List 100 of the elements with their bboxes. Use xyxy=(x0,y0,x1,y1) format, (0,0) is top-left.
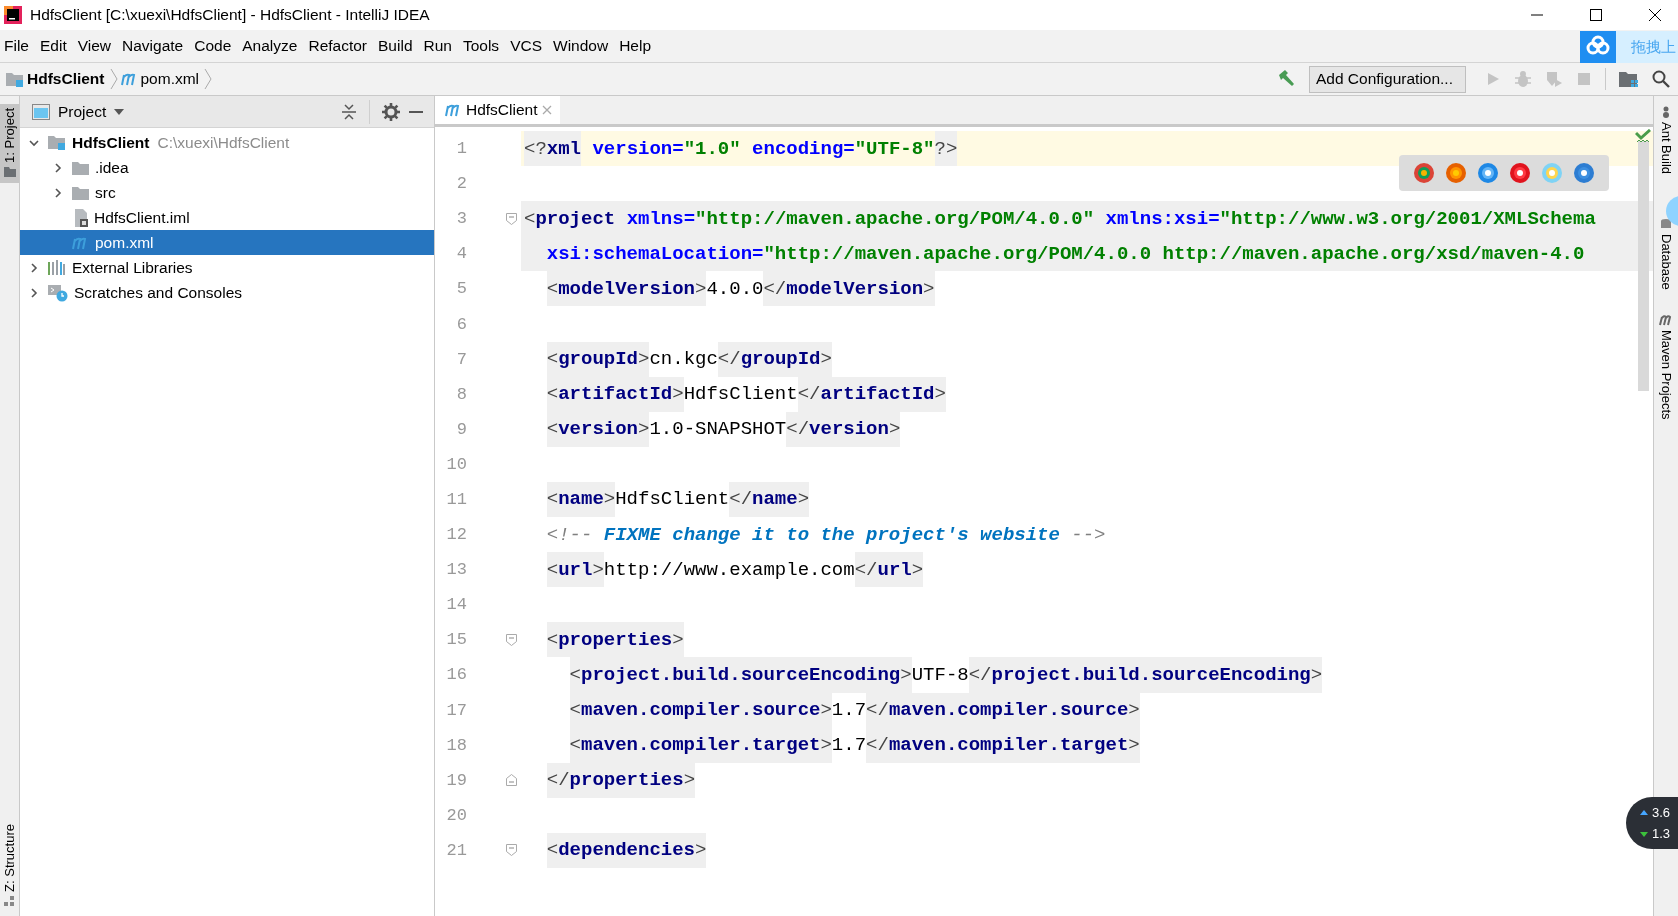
maximize-icon[interactable] xyxy=(1589,8,1603,22)
tool-window-tab[interactable]: Ant Build xyxy=(1658,122,1674,175)
chevron-icon xyxy=(109,68,118,90)
element-text: UTF-8 xyxy=(911,663,969,686)
xml-tag: </properties> xyxy=(546,762,696,798)
project-structure-icon[interactable] xyxy=(1619,70,1639,88)
editor-tab[interactable]: HdfsClient xyxy=(435,96,560,124)
tree-item[interactable]: Scratches and Consoles xyxy=(20,280,434,305)
tool-window-tab[interactable]: 1: Project xyxy=(0,104,19,183)
line-number: 4 xyxy=(455,244,467,264)
line-number: 11 xyxy=(445,490,467,509)
menu-item[interactable]: Refactor xyxy=(304,37,374,55)
xml-tag: <groupId> xyxy=(546,341,650,377)
project-view-icon xyxy=(32,103,50,120)
fold-marker-icon[interactable] xyxy=(506,633,517,646)
breadcrumb[interactable]: pom.xml xyxy=(140,70,200,88)
tree-item[interactable]: .idea xyxy=(20,155,434,180)
line-number: 3 xyxy=(455,209,467,229)
search-icon[interactable] xyxy=(1652,70,1670,88)
xml-comment: <!-- xyxy=(546,523,594,546)
hammer-icon[interactable] xyxy=(1276,69,1296,89)
xml-tag: <maven.compiler.target> xyxy=(569,727,832,763)
attribute-name: version= xyxy=(591,137,684,160)
tree-item[interactable]: HdfsClient.iml xyxy=(20,205,434,230)
menu-item[interactable]: Edit xyxy=(36,37,73,55)
element-text: 4.0.0 xyxy=(706,277,764,300)
breadcrumb[interactable]: HdfsClient xyxy=(27,70,105,88)
menu-item[interactable]: Tools xyxy=(458,37,506,55)
path-hint: C:\xuexi\HdfsClient xyxy=(157,133,290,152)
module-file-icon xyxy=(72,208,88,227)
todo-comment: FIXME change it to the project's website xyxy=(603,523,1060,546)
line-number: 13 xyxy=(445,560,467,580)
xml-tag: <modelVersion> xyxy=(546,271,707,307)
fold-marker-icon[interactable] xyxy=(506,212,517,225)
tree-item[interactable]: External Libraries xyxy=(20,255,434,280)
xml-tag: </version> xyxy=(786,411,901,447)
scrollbar[interactable] xyxy=(1638,141,1649,391)
element-text: 1.7 xyxy=(831,699,867,722)
tool-window-tab[interactable]: Z: Structure xyxy=(0,820,19,912)
line-number: 16 xyxy=(445,665,467,685)
menu-item[interactable]: Navigate xyxy=(118,37,190,55)
line-number: 15 xyxy=(445,630,467,650)
xml-tag: ?> xyxy=(934,131,958,167)
menu-item[interactable]: Build xyxy=(374,37,419,55)
menu-item[interactable]: Code xyxy=(190,37,238,55)
module-folder-icon xyxy=(48,135,66,150)
menu-item[interactable]: File xyxy=(0,37,35,55)
attribute-name: encoding= xyxy=(751,137,855,160)
tool-window-tab[interactable]: Database xyxy=(1658,234,1674,290)
tree-item[interactable]: src xyxy=(20,180,434,205)
xml-tag: <artifactId> xyxy=(546,376,684,412)
line-number: 5 xyxy=(455,279,467,299)
database-icon xyxy=(1660,218,1672,231)
fold-marker-icon[interactable] xyxy=(506,844,517,857)
speed-value: 1.3 xyxy=(1652,826,1671,841)
menu-item[interactable]: Analyze xyxy=(238,37,304,55)
run-configuration-button[interactable]: Add Configuration... xyxy=(1309,65,1466,93)
dropdown-caret-icon[interactable] xyxy=(114,108,125,115)
line-number: 12 xyxy=(445,525,467,545)
xml-tag: <url> xyxy=(546,552,604,588)
xml-tag: <properties> xyxy=(546,622,684,658)
tree-item[interactable]: pom.xml xyxy=(20,230,434,255)
line-number: 7 xyxy=(455,349,467,369)
attribute-name: xmlns:xsi= xyxy=(1104,207,1220,230)
tool-window-tab[interactable]: Maven Projects xyxy=(1658,329,1674,420)
view-selector[interactable]: Project xyxy=(58,102,107,121)
fold-end-icon[interactable] xyxy=(506,774,517,787)
element-text: 1.0-SNAPSHOT xyxy=(649,418,787,441)
line-number: 9 xyxy=(455,419,467,439)
settings-icon[interactable] xyxy=(382,102,400,121)
m-icon xyxy=(1659,313,1673,326)
xml-tag: </maven.compiler.target> xyxy=(866,727,1140,763)
menu-item[interactable]: Window xyxy=(549,37,615,55)
line-number: 21 xyxy=(445,840,467,860)
attribute-name: xmlns= xyxy=(625,207,696,230)
folder-icon xyxy=(3,166,16,177)
line-number: 14 xyxy=(445,595,467,615)
collapse-all-icon[interactable] xyxy=(341,103,357,120)
xml-tag: </project.build.sourceEncoding> xyxy=(968,657,1323,693)
attribute-name: xsi:schemaLocation= xyxy=(546,242,764,265)
xml-tag: <project.build.sourceEncoding> xyxy=(569,657,912,693)
xml-tag: </modelVersion> xyxy=(763,271,935,307)
menu-item[interactable]: VCS xyxy=(506,37,548,55)
xml-tag: </name> xyxy=(729,481,810,518)
up-arrow-icon xyxy=(1640,808,1648,817)
attribute-value: "http://maven.apache.org/POM/4.0.0" xyxy=(695,207,1095,230)
speed-value: 3.6 xyxy=(1652,805,1671,820)
xml-comment: --> xyxy=(1070,523,1106,546)
element-text: http://www.example.com xyxy=(603,558,855,581)
element-text: cn.kgc xyxy=(649,348,718,371)
menu-item[interactable]: View xyxy=(73,37,118,55)
menu-item[interactable]: Help xyxy=(615,37,658,55)
tree-item[interactable]: HdfsClient C:\xuexi\HdfsClient xyxy=(20,130,434,155)
attribute-value: "UTF-8" xyxy=(854,137,935,160)
close-icon[interactable] xyxy=(1648,8,1662,22)
m-icon xyxy=(445,103,462,117)
line-number: 17 xyxy=(445,700,467,720)
menu-item[interactable]: Run xyxy=(419,37,458,55)
down-arrow-icon xyxy=(1640,829,1648,838)
line-number: 6 xyxy=(455,314,467,334)
